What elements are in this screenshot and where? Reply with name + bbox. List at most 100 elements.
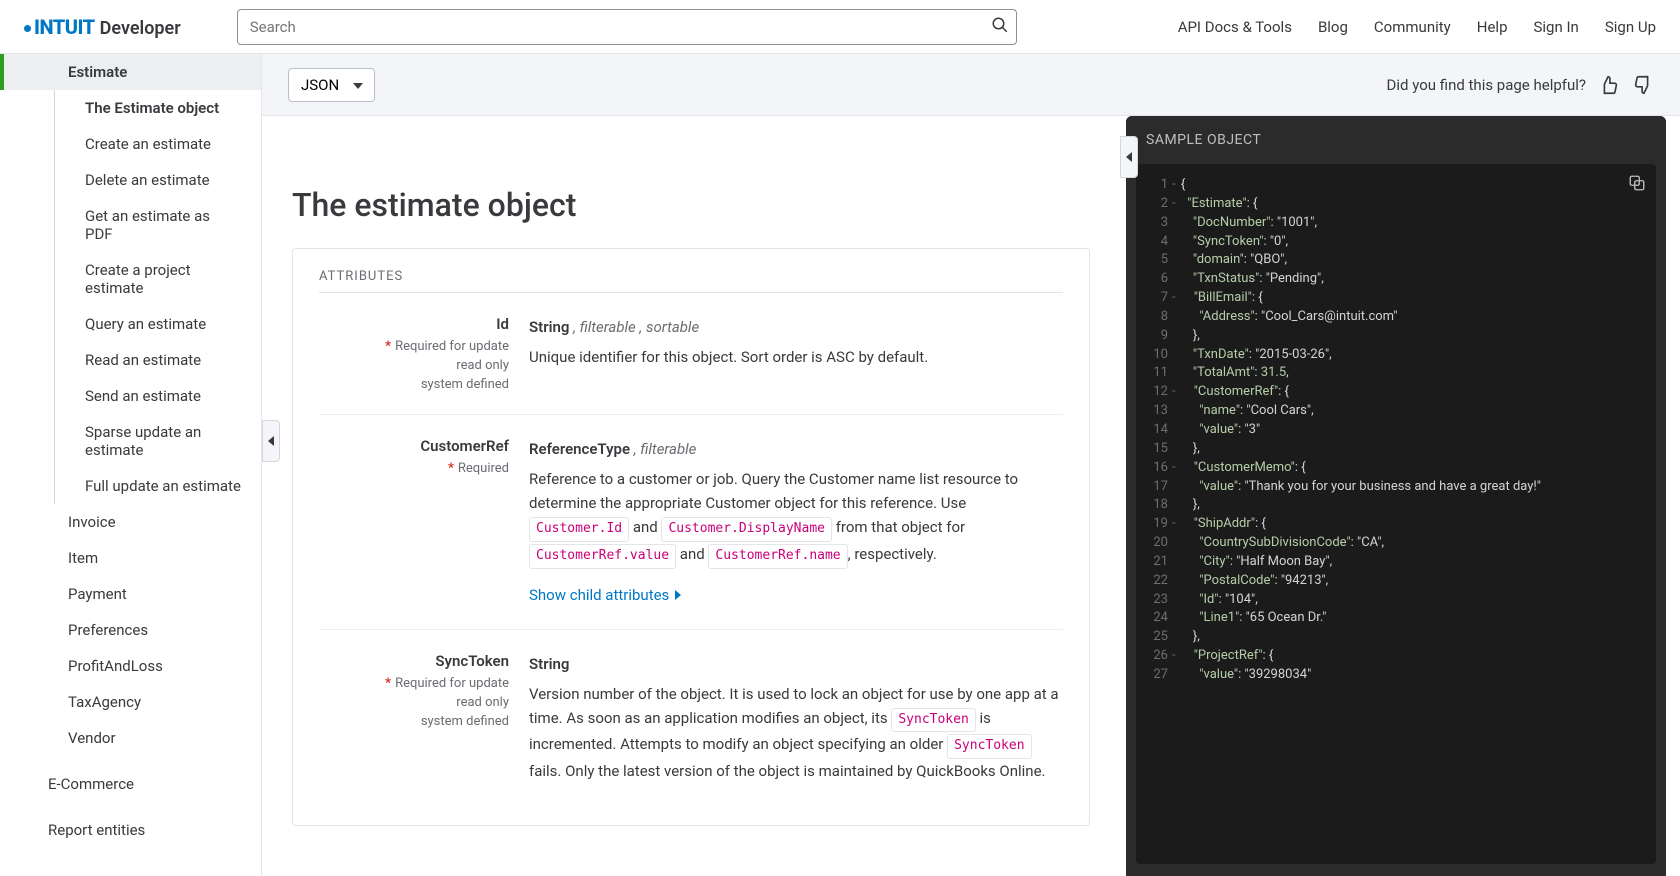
code-line: 3 "DocNumber": "1001", — [1150, 214, 1642, 233]
sidebar-item-full-update-estimate[interactable]: Full update an estimate — [55, 468, 261, 504]
page-title: The estimate object — [292, 186, 1090, 224]
code-line: 4 "SyncToken": "0", — [1150, 233, 1642, 252]
sidebar-item-item[interactable]: Item — [0, 540, 261, 576]
toolbar: JSON Did you find this page helpful? — [262, 54, 1680, 116]
sample-object-title: SAMPLE OBJECT — [1126, 116, 1666, 164]
code-line: 18 }, — [1150, 496, 1642, 515]
sidebar-item-query-estimate[interactable]: Query an estimate — [55, 306, 261, 342]
attr-name: CustomerRef — [319, 437, 509, 455]
attr-required: Required for update — [395, 339, 509, 354]
code-line: 13 "name": "Cool Cars", — [1150, 402, 1642, 421]
attr-meta: system defined — [319, 377, 509, 392]
sidebar-item-send-estimate[interactable]: Send an estimate — [55, 378, 261, 414]
sidebar-item-payment[interactable]: Payment — [0, 576, 261, 612]
code-line: 21 "City": "Half Moon Bay", — [1150, 553, 1642, 572]
code-line: 6 "TxnStatus": "Pending", — [1150, 270, 1642, 289]
code-line: 10 "TxnDate": "2015-03-26", — [1150, 346, 1642, 365]
code-line: 2- "Estimate": { — [1150, 195, 1642, 214]
sidebar-item-estimate[interactable]: Estimate — [0, 54, 261, 90]
nav-help[interactable]: Help — [1477, 18, 1508, 36]
thumbs-down-icon[interactable] — [1632, 74, 1654, 96]
thumbs-up-icon[interactable] — [1598, 74, 1620, 96]
code-line: 26- "ProjectRef": { — [1150, 647, 1642, 666]
sidebar-item-create-project-estimate[interactable]: Create a project estimate — [55, 252, 261, 306]
attr-description: Version number of the object. It is used… — [529, 682, 1063, 784]
sidebar-item-sparse-update-estimate[interactable]: Sparse update an estimate — [55, 414, 261, 468]
attr-description: Unique identifier for this object. Sort … — [529, 345, 1063, 369]
attr-type-mods: , filterable — [634, 440, 697, 458]
code-line: 25 }, — [1150, 628, 1642, 647]
nav-community[interactable]: Community — [1374, 18, 1451, 36]
nav-signin[interactable]: Sign In — [1534, 18, 1579, 36]
format-select[interactable]: JSON — [288, 68, 375, 102]
code-line: 12- "CustomerRef": { — [1150, 383, 1642, 402]
attr-required: Required — [458, 461, 509, 476]
attr-required: Required for update — [395, 676, 509, 691]
search-input[interactable] — [237, 9, 1017, 45]
required-star-icon: * — [385, 339, 391, 354]
code-line: 15 }, — [1150, 440, 1642, 459]
sidebar-group-ecommerce[interactable]: E-Commerce — [0, 766, 261, 802]
code-pill: Customer.DisplayName — [661, 517, 832, 542]
logo[interactable]: INTUIT Developer — [24, 15, 181, 39]
sidebar: Estimate The Estimate object Create an e… — [0, 54, 262, 876]
main: JSON Did you find this page helpful? The… — [262, 54, 1680, 876]
sidebar-item-profitandloss[interactable]: ProfitAndLoss — [0, 648, 261, 684]
nav-signup[interactable]: Sign Up — [1605, 18, 1656, 36]
attr-row-synctoken: SyncToken * Required for update read only… — [319, 630, 1063, 806]
code-pill: SyncToken — [891, 708, 975, 733]
code-pill: Customer.Id — [529, 517, 629, 542]
attr-description: Reference to a customer or job. Query th… — [529, 467, 1063, 569]
search-wrap — [237, 9, 1017, 45]
attr-type: String — [529, 655, 569, 673]
attr-meta: system defined — [319, 714, 509, 729]
sidebar-item-create-estimate[interactable]: Create an estimate — [55, 126, 261, 162]
sidebar-item-read-estimate[interactable]: Read an estimate — [55, 342, 261, 378]
code-line: 14 "value": "3" — [1150, 421, 1642, 440]
code-line: 17 "value": "Thank you for your business… — [1150, 478, 1642, 497]
attr-meta: read only — [319, 358, 509, 373]
sidebar-group-report-entities[interactable]: Report entities — [0, 812, 261, 848]
code-panel: SAMPLE OBJECT 1- {2- "Estimate": {3 "Doc… — [1120, 116, 1680, 876]
search-icon[interactable] — [991, 16, 1009, 38]
attributes-header: ATTRIBUTES — [319, 269, 1063, 293]
required-star-icon: * — [385, 676, 391, 691]
code-line: 5 "domain": "QBO", — [1150, 251, 1642, 270]
attr-type: String — [529, 318, 569, 336]
attributes-card: ATTRIBUTES Id * Required for update read … — [292, 248, 1090, 826]
attr-name: Id — [319, 315, 509, 333]
copy-icon[interactable] — [1628, 174, 1646, 199]
chevron-right-icon — [675, 590, 681, 600]
topbar: INTUIT Developer API Docs & Tools Blog C… — [0, 0, 1680, 54]
collapse-sidebar-button[interactable] — [262, 420, 280, 462]
chevron-left-icon — [268, 436, 274, 446]
sidebar-item-vendor[interactable]: Vendor — [0, 720, 261, 756]
code-line: 19- "ShipAddr": { — [1150, 515, 1642, 534]
attr-row-id: Id * Required for update read only system… — [319, 293, 1063, 415]
code-line: 11 "TotalAmt": 31.5, — [1150, 364, 1642, 383]
topnav: API Docs & Tools Blog Community Help Sig… — [1178, 18, 1656, 36]
nav-blog[interactable]: Blog — [1318, 18, 1348, 36]
sidebar-item-the-estimate-object[interactable]: The Estimate object — [55, 90, 261, 126]
attr-type: ReferenceType — [529, 440, 630, 458]
attr-meta: read only — [319, 695, 509, 710]
code-body[interactable]: 1- {2- "Estimate": {3 "DocNumber": "1001… — [1136, 164, 1656, 864]
sidebar-item-delete-estimate[interactable]: Delete an estimate — [55, 162, 261, 198]
code-line: 24 "Line1": "65 Ocean Dr." — [1150, 609, 1642, 628]
code-line: 27 "value": "39298034" — [1150, 666, 1642, 685]
nav-api-docs[interactable]: API Docs & Tools — [1178, 18, 1292, 36]
code-line: 16- "CustomerMemo": { — [1150, 459, 1642, 478]
sidebar-item-invoice[interactable]: Invoice — [0, 504, 261, 540]
sidebar-item-taxagency[interactable]: TaxAgency — [0, 684, 261, 720]
sidebar-item-get-estimate-pdf[interactable]: Get an estimate as PDF — [55, 198, 261, 252]
code-line: 23 "Id": "104", — [1150, 591, 1642, 610]
helpful-text: Did you find this page helpful? — [1387, 76, 1586, 94]
collapse-code-button[interactable] — [1120, 136, 1138, 178]
show-child-attributes[interactable]: Show child attributes — [529, 583, 681, 607]
code-pill: CustomerRef.value — [529, 544, 676, 569]
logo-product: Developer — [100, 18, 181, 39]
required-star-icon: * — [448, 461, 454, 476]
sidebar-item-preferences[interactable]: Preferences — [0, 612, 261, 648]
attr-row-customerref: CustomerRef * Required ReferenceType , fi… — [319, 415, 1063, 630]
code-line: 7- "BillEmail": { — [1150, 289, 1642, 308]
